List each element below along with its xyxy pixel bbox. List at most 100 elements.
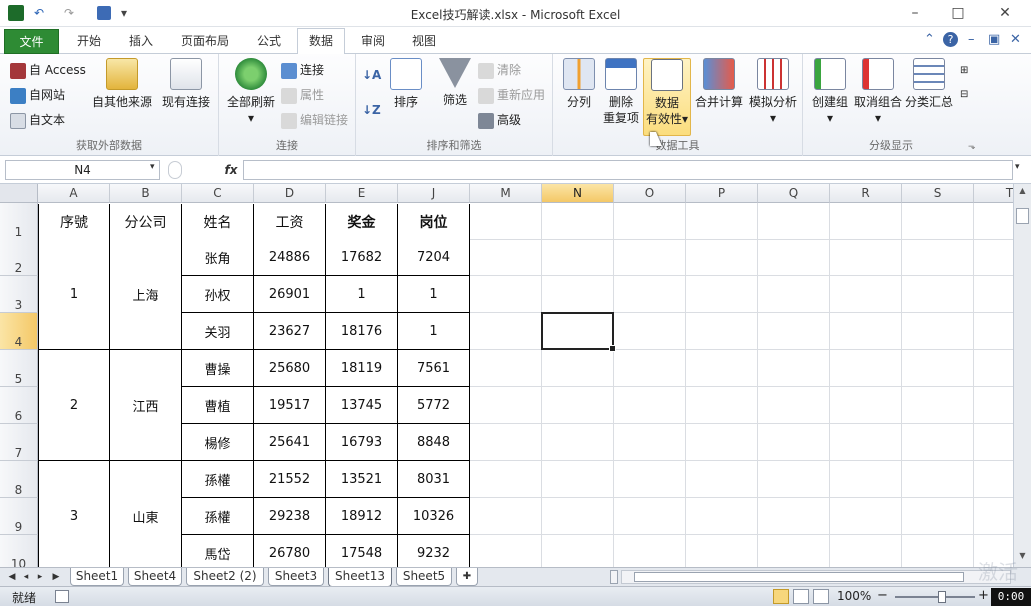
tab-insert[interactable]: 插入 [117,29,165,54]
zoom-slider[interactable] [895,596,975,598]
name-cell[interactable]: 孫權 [182,498,254,535]
salary-cell[interactable]: 23627 [254,313,326,350]
name-cell[interactable]: 孙权 [182,276,254,313]
salary-cell[interactable]: 26780 [254,535,326,567]
column-header-p[interactable]: P [686,184,758,203]
tab-data[interactable]: 数据 [297,28,345,55]
tab-file[interactable]: 文件 [4,29,59,54]
help-icon[interactable]: ? [943,32,958,47]
zoom-level[interactable]: 100% [837,589,871,603]
header-cell[interactable]: 工资 [254,204,326,240]
salary-cell[interactable]: 25680 [254,350,326,387]
merged-id-cell[interactable]: 1 [38,239,110,350]
sort-ascending-icon[interactable]: ↓A [362,64,381,86]
merged-id-cell[interactable]: 2 [38,350,110,461]
row-header-1[interactable]: 1 [0,203,38,240]
salary-cell[interactable]: 21552 [254,461,326,498]
salary-cell[interactable]: 26901 [254,276,326,313]
consolidate-button[interactable]: 合并计算 [693,58,745,136]
clear-filter-button[interactable]: 清除 [478,59,521,81]
data-validation-button[interactable]: 数据 有效性▾ [643,58,691,136]
row-header-10[interactable]: 10 [0,535,38,567]
sheet-tab-sheet13[interactable]: Sheet13 [328,568,392,587]
tab-view[interactable]: 视图 [400,29,448,54]
what-if-analysis-button[interactable]: 模拟分析 ▾ [747,58,799,136]
formula-bar-resize-icon[interactable] [168,161,182,179]
bonus-cell[interactable]: 18176 [326,313,398,350]
merged-branch-cell[interactable]: 江西 [110,350,182,461]
zoom-in-icon[interactable]: + [978,588,989,603]
macro-record-icon[interactable] [55,590,69,603]
bonus-cell[interactable]: 17682 [326,239,398,276]
properties-button[interactable]: 属性 [281,84,324,106]
bonus-cell[interactable]: 16793 [326,424,398,461]
worksheet-grid[interactable]: ABCDEJMNOPQRST 1 2 3 4 5 6 7 8 9 10 序號 分公司 姓名 工资 奖金 岗位… [0,184,1013,567]
sheet-tab-sheet4[interactable]: Sheet4 [128,568,182,586]
vertical-scroll-thumb[interactable] [1016,208,1029,224]
column-header-a[interactable]: A [38,184,110,203]
row-header-3[interactable]: 3 [0,276,38,313]
row-header-8[interactable]: 8 [0,461,38,498]
last-sheet-icon[interactable]: ▶ [50,570,62,584]
select-all-corner[interactable] [0,184,38,203]
zoom-out-icon[interactable]: − [877,588,888,603]
name-cell[interactable]: 楊修 [182,424,254,461]
bonus-cell[interactable]: 18912 [326,498,398,535]
row-header-5[interactable]: 5 [0,350,38,387]
name-cell[interactable]: 关羽 [182,313,254,350]
close-button[interactable]: ✕ [995,4,1015,22]
salary-cell[interactable]: 24886 [254,239,326,276]
from-other-sources-button[interactable]: 自其他来源 [92,58,152,136]
sheet-tab-sheet2-2[interactable]: Sheet2 (2) [186,568,264,586]
ungroup-button[interactable]: 取消组合 ▾ [853,58,903,136]
next-sheet-icon[interactable]: ▸ [34,570,46,584]
expand-formula-bar-icon[interactable]: ▾ [1015,162,1020,172]
refresh-all-button[interactable]: 全部刷新 ▾ [225,58,277,136]
vertical-scrollbar[interactable]: ▲ ▼ [1013,184,1031,567]
show-detail-icon[interactable]: ⊞ [960,60,968,82]
post-cell[interactable]: 1 [398,313,470,350]
header-cell[interactable]: 分公司 [110,204,182,240]
sheet-tab-sheet5[interactable]: Sheet5 [396,568,452,586]
connections-button[interactable]: 连接 [281,59,324,81]
column-header-q[interactable]: Q [758,184,830,203]
row-header-2[interactable]: 2 [0,239,38,276]
column-header-n[interactable]: N [542,184,614,203]
insert-function-icon[interactable]: fx [220,160,242,180]
salary-cell[interactable]: 25641 [254,424,326,461]
name-cell[interactable]: 张角 [182,239,254,276]
subtotal-button[interactable]: 分类汇总 [903,58,955,136]
row-header-7[interactable]: 7 [0,424,38,461]
column-header-b[interactable]: B [110,184,182,203]
name-box-dropdown-icon[interactable]: ▾ [150,162,155,172]
header-cell[interactable]: 姓名 [182,204,254,240]
column-header-d[interactable]: D [254,184,326,203]
reapply-button[interactable]: 重新应用 [478,84,545,106]
sort-descending-icon[interactable]: ↓Z [362,99,381,121]
text-to-columns-button[interactable]: 分列 [559,58,599,136]
collapse-ribbon-icon[interactable]: ⌃ [924,32,935,48]
first-sheet-icon[interactable]: ◀ [6,570,18,584]
horizontal-scroll-thumb[interactable] [634,572,964,582]
column-header-o[interactable]: O [614,184,686,203]
prev-sheet-icon[interactable]: ◂ [20,570,32,584]
tab-split-handle[interactable] [610,570,618,584]
normal-view-icon[interactable] [773,589,789,604]
group-button[interactable]: 创建组 ▾ [807,58,853,136]
workbook-minimize-icon[interactable]: – [968,32,975,48]
name-box[interactable]: N4 [5,160,160,180]
filter-button[interactable]: 筛选 [436,58,474,136]
post-cell[interactable]: 1 [398,276,470,313]
scroll-up-icon[interactable]: ▲ [1016,186,1029,198]
formula-input[interactable] [243,160,1013,180]
sheet-tab-sheet3[interactable]: Sheet3 [268,568,324,586]
row-header-6[interactable]: 6 [0,387,38,424]
column-header-c[interactable]: C [182,184,254,203]
name-cell[interactable]: 曹操 [182,350,254,387]
bonus-cell[interactable]: 18119 [326,350,398,387]
header-cell[interactable]: 序號 [38,204,110,240]
column-header-m[interactable]: M [470,184,542,203]
post-cell[interactable]: 7561 [398,350,470,387]
dialog-launcher-icon[interactable]: ⬎ [968,136,976,158]
zoom-slider-thumb[interactable] [938,591,946,603]
